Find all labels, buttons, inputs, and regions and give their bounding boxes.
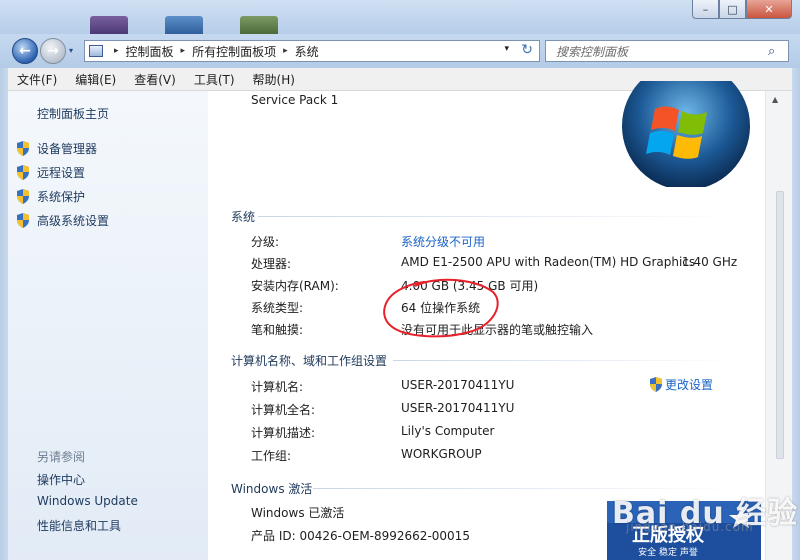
shield-icon — [16, 165, 30, 180]
rating-link[interactable]: 系统分级不可用 — [401, 233, 485, 250]
arrow-right-icon: → — [47, 43, 59, 59]
rating-label: 分级: — [251, 235, 280, 249]
sidebar-item-label[interactable]: 远程设置 — [37, 164, 85, 181]
activation-status: Windows 已激活 — [251, 506, 345, 520]
minimize-button[interactable]: – — [692, 0, 719, 19]
computer-section-title: 计算机名称、域和工作组设置 — [231, 354, 388, 368]
search-box[interactable]: 搜索控制面板 ⌕ — [545, 40, 789, 62]
sidebar-item-label[interactable]: 高级系统设置 — [37, 212, 109, 229]
shield-icon — [16, 213, 30, 228]
address-field[interactable]: ▸ 控制面板 ▸ 所有控制面板项 ▸ 系统 ▾ ↻ — [84, 40, 540, 62]
menu-file[interactable]: 文件(F) — [8, 71, 66, 88]
activation-section-title: Windows 激活 — [231, 482, 313, 496]
processor-value: AMD E1-2500 APU with Radeon(TM) HD Graph… — [401, 255, 696, 269]
window-frame-left — [0, 68, 8, 560]
address-toolbar: ← → ▾ ▸ 控制面板 ▸ 所有控制面板项 ▸ 系统 ▾ ↻ 搜索控制面板 ⌕ — [0, 34, 800, 68]
pen-touch-label: 笔和触摸: — [251, 323, 304, 337]
badge-subtitle: 安全 稳定 声誉 — [638, 546, 698, 558]
red-annotation-circle — [383, 278, 499, 338]
product-id: 产品 ID: 00426-OEM-8992662-00015 — [251, 529, 470, 543]
baidu-watermark-url: jingyan.baidu.com — [626, 520, 754, 534]
back-button[interactable]: ← — [12, 38, 38, 64]
breadcrumb-system[interactable]: 系统 — [293, 43, 321, 60]
menu-tools[interactable]: 工具(T) — [185, 71, 244, 88]
forward-button[interactable]: → — [40, 38, 66, 64]
recent-pages-dropdown[interactable]: ▾ — [69, 46, 73, 55]
menu-help[interactable]: 帮助(H) — [244, 71, 304, 88]
control-panel-icon — [89, 45, 103, 57]
close-button[interactable]: ✕ — [746, 0, 792, 19]
full-name-value: USER-20170411YU — [401, 401, 515, 415]
see-also-heading: 另请参阅 — [37, 450, 86, 464]
processor-label: 处理器: — [251, 257, 292, 271]
ram-label: 安装内存(RAM): — [251, 279, 339, 293]
breadcrumb-all-items[interactable]: 所有控制面板项 — [190, 43, 278, 60]
refresh-icon[interactable]: ↻ — [521, 42, 533, 58]
window-frame-right — [792, 68, 800, 560]
arrow-left-icon: ← — [19, 43, 31, 59]
address-dropdown-icon[interactable]: ▾ — [504, 44, 509, 54]
control-panel-home-link[interactable]: 控制面板主页 — [37, 105, 109, 122]
shield-icon — [16, 189, 30, 204]
action-center-link[interactable]: 操作中心 — [37, 471, 85, 488]
shield-icon — [649, 377, 663, 392]
workgroup-label: 工作组: — [251, 449, 292, 463]
shield-icon — [16, 141, 30, 156]
breadcrumb-separator[interactable]: ▸ — [109, 46, 124, 56]
change-settings-link[interactable]: 更改设置 — [649, 376, 713, 393]
full-name-label: 计算机全名: — [251, 403, 316, 417]
computer-name-value: USER-20170411YU — [401, 378, 515, 392]
search-placeholder[interactable]: 搜索控制面板 — [546, 43, 768, 60]
sidebar-item-system-protection[interactable]: 系统保护 — [16, 188, 85, 205]
windows-logo — [622, 81, 750, 187]
windows-update-link[interactable]: Windows Update — [37, 494, 138, 508]
description-value: Lily's Computer — [401, 424, 495, 438]
system-section-title: 系统 — [231, 210, 256, 224]
search-icon[interactable]: ⌕ — [768, 44, 788, 59]
section-divider — [393, 360, 738, 361]
description-label: 计算机描述: — [251, 426, 316, 440]
system-type-label: 系统类型: — [251, 301, 304, 315]
scroll-up-icon[interactable]: ▲ — [772, 95, 778, 104]
breadcrumb-control-panel[interactable]: 控制面板 — [124, 43, 176, 60]
workgroup-value: WORKGROUP — [401, 447, 482, 461]
breadcrumb-separator[interactable]: ▸ — [176, 46, 191, 56]
processor-speed: 1.40 GHz — [682, 255, 738, 269]
maximize-button[interactable]: □ — [719, 0, 746, 19]
menu-edit[interactable]: 编辑(E) — [66, 71, 125, 88]
performance-info-link[interactable]: 性能信息和工具 — [37, 517, 121, 534]
sidebar-item-label[interactable]: 系统保护 — [37, 188, 85, 205]
sidebar-item-label[interactable]: 设备管理器 — [37, 140, 97, 157]
taskbar-thumbnail — [90, 16, 128, 34]
sidebar-item-remote-settings[interactable]: 远程设置 — [16, 164, 85, 181]
sidebar-item-device-manager[interactable]: 设备管理器 — [16, 140, 97, 157]
change-settings-label[interactable]: 更改设置 — [665, 376, 713, 393]
left-task-pane: 控制面板主页 设备管理器 远程设置 系统保护 高级系统设置 另请参阅 操作中心 … — [8, 91, 208, 560]
section-divider — [258, 216, 738, 217]
menu-view[interactable]: 查看(V) — [125, 71, 185, 88]
sidebar-item-advanced-settings[interactable]: 高级系统设置 — [16, 212, 109, 229]
computer-name-label: 计算机名: — [251, 380, 304, 394]
taskbar-thumbnail — [165, 16, 203, 34]
breadcrumb-separator[interactable]: ▸ — [278, 46, 293, 56]
title-bar: – □ ✕ — [0, 0, 800, 34]
taskbar-thumbnail — [240, 16, 278, 34]
service-pack-text: Service Pack 1 — [251, 93, 339, 107]
scrollbar-thumb[interactable] — [776, 191, 784, 459]
